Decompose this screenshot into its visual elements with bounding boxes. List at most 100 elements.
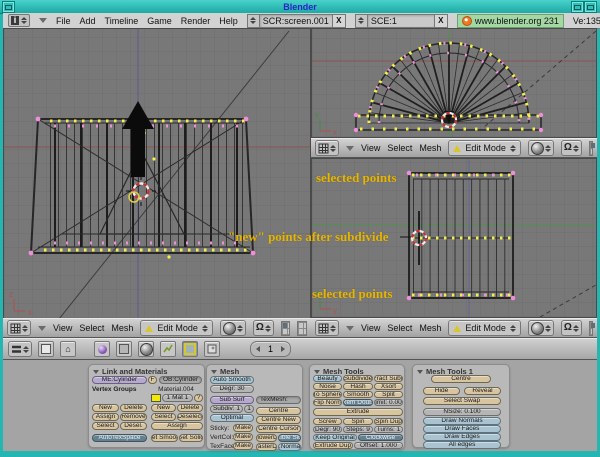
material-color-swatch[interactable] (151, 394, 161, 402)
sub-surf-toggle[interactable]: Sub Surf (210, 396, 254, 404)
screen-selector-value[interactable]: SCR:screen.001 (260, 14, 333, 28)
window-type-selector[interactable]: i (8, 14, 30, 27)
object-buttons-tab[interactable] (160, 341, 176, 357)
viewport-type-selector[interactable] (315, 320, 339, 336)
header-collapse-icon[interactable] (38, 326, 46, 331)
subdiv-field[interactable]: Subdiv: 1 (210, 405, 243, 413)
faster-draw-button[interactable]: FasterDr (256, 443, 277, 451)
pivot-selector[interactable]: Ω (253, 320, 274, 336)
material-new-button[interactable]: New (151, 404, 176, 412)
texface-make-button[interactable]: Make (233, 442, 253, 450)
vertcol-make-button[interactable]: Make (233, 433, 253, 441)
menu-select[interactable]: Select (79, 323, 104, 333)
material-deselect-button[interactable]: Deselect (177, 413, 203, 421)
menu-view[interactable]: View (361, 143, 380, 153)
panel-collapse-icon[interactable] (211, 370, 217, 374)
all-edges-toggle[interactable]: All edges (423, 441, 501, 449)
slower-draw-button[interactable]: SlowerDr (256, 434, 277, 442)
menu-mesh[interactable]: Mesh (419, 323, 441, 333)
panel-link-and-materials[interactable]: Link and Materials ME:Cylinder F OB:Cyli… (88, 364, 205, 448)
object-name-field[interactable]: OB:Cylinder (159, 376, 202, 384)
vgroup-remove-button[interactable]: Remove (120, 413, 147, 421)
panel-mesh-tools-1[interactable]: Mesh Tools 1 Centre Hide Reveal Select S… (412, 364, 510, 448)
fake-user-button[interactable]: F (148, 376, 157, 384)
pivot-selector[interactable]: Ω (561, 140, 582, 156)
degr-90-field[interactable]: Degr: 90 (313, 426, 342, 433)
nsize-field[interactable]: NSize: 0.100 (423, 408, 501, 416)
degr-field[interactable]: Degr: 30 (210, 385, 254, 393)
noise-button[interactable]: Noise (313, 383, 342, 390)
layer-buttons[interactable] (589, 141, 593, 156)
vgroup-assign-button[interactable]: Assign (92, 413, 119, 421)
panel-collapse-icon[interactable] (93, 370, 99, 374)
keep-original-toggle[interactable]: Keep Original (313, 434, 357, 441)
panel-collapse-icon[interactable] (417, 370, 423, 374)
xsort-button[interactable]: Xsort (374, 383, 403, 390)
turns-field[interactable]: Turns: 1 (374, 426, 403, 433)
select-swap-button[interactable]: Select Swap (423, 397, 501, 405)
centre-new-button[interactable]: Centre New (256, 416, 301, 424)
double-sided-toggle[interactable]: Double Sided (278, 434, 301, 442)
menu-select[interactable]: Select (387, 143, 412, 153)
layer-buttons-2[interactable] (297, 321, 307, 336)
draw-normals-toggle[interactable]: Draw Normals (423, 417, 501, 425)
viewport-type-selector[interactable] (7, 320, 31, 336)
panel-mesh[interactable]: Mesh Auto Smooth Degr: 30 Sub Surf TexMe… (206, 364, 303, 450)
header-collapse-icon[interactable] (39, 18, 47, 23)
header-collapse-icon[interactable] (346, 326, 354, 331)
menu-file[interactable]: File (56, 16, 71, 26)
panel-collapse-icon[interactable] (314, 370, 320, 374)
menu-select[interactable]: Select (387, 323, 412, 333)
offset-field[interactable]: Offset: 1.000 (354, 442, 403, 449)
beauty-toggle[interactable]: Beauty (313, 375, 342, 382)
centre-button[interactable]: Centre (256, 407, 301, 415)
frame-next-icon[interactable] (281, 346, 285, 352)
smooth-button[interactable]: Smooth (343, 391, 373, 398)
frame-number-field[interactable]: 1 (250, 341, 291, 357)
menu-mesh[interactable]: Mesh (419, 143, 441, 153)
hash-button[interactable]: Hash (343, 383, 373, 390)
flip-normals-button[interactable]: Flip Norm (313, 399, 342, 406)
logic-buttons-tab[interactable] (94, 341, 110, 357)
split-button[interactable]: Split (374, 391, 403, 398)
material-select-button[interactable]: Select (151, 413, 176, 421)
no-vnormal-flip-toggle[interactable]: No V.Normal Flip (278, 443, 301, 451)
screen-dropdown-icon[interactable] (247, 14, 260, 28)
window-shade-button[interactable] (584, 1, 597, 13)
fract-subd-button[interactable]: Fract Subd (374, 375, 403, 382)
screw-button[interactable]: Screw (313, 418, 342, 425)
set-smooth-button[interactable]: Set Smooth (151, 434, 178, 442)
material-assign-button[interactable]: Assign (151, 422, 203, 430)
subdiv-render-field[interactable]: 1 (244, 405, 254, 413)
layer-buttons[interactable] (281, 321, 291, 336)
frame-prev-icon[interactable] (256, 346, 260, 352)
shading-buttons-tab[interactable] (138, 341, 154, 357)
spin-dup-button[interactable]: Spin Dup (374, 418, 403, 425)
pivot-selector[interactable]: Ω (561, 320, 582, 336)
centre-cursor-button[interactable]: Centre Cursor (256, 425, 301, 433)
subdivide-button[interactable]: Subdivide (343, 375, 373, 382)
scene-delete-button[interactable]: X (435, 14, 448, 28)
texmesh-field[interactable]: TexMesh: (256, 396, 301, 404)
sticky-make-button[interactable]: Make (233, 424, 253, 432)
mode-selector[interactable]: Edit Mode (140, 320, 213, 336)
vgroup-select-button[interactable]: Select (92, 422, 119, 430)
menu-render[interactable]: Render (181, 16, 211, 26)
menu-mesh[interactable]: Mesh (111, 323, 133, 333)
menu-help[interactable]: Help (219, 16, 238, 26)
vgroup-new-button[interactable]: New (92, 404, 119, 412)
clockwise-toggle[interactable]: Clockwise (358, 434, 403, 441)
draw-faces-toggle[interactable]: Draw Faces (423, 425, 501, 433)
scene-dropdown-icon[interactable] (355, 14, 368, 28)
vgroup-delete-button[interactable]: Delete (120, 404, 147, 412)
optimal-toggle[interactable]: Optimal (210, 414, 254, 422)
limit-field[interactable]: Limit: 0.001 (374, 399, 403, 406)
hide-button[interactable]: Hide (423, 387, 460, 395)
autotexspace-button[interactable]: AutoTexSpace (92, 434, 147, 442)
screen-delete-button[interactable]: X (333, 14, 346, 28)
draw-mode-selector[interactable] (528, 140, 554, 156)
centre-button[interactable]: Centre (431, 375, 491, 383)
viewport-3d-front[interactable]: z x (3, 28, 311, 319)
material-index-field[interactable]: 1 Mat 1 (162, 394, 193, 402)
rem-doubles-button[interactable]: Rem Doubl (343, 399, 373, 406)
